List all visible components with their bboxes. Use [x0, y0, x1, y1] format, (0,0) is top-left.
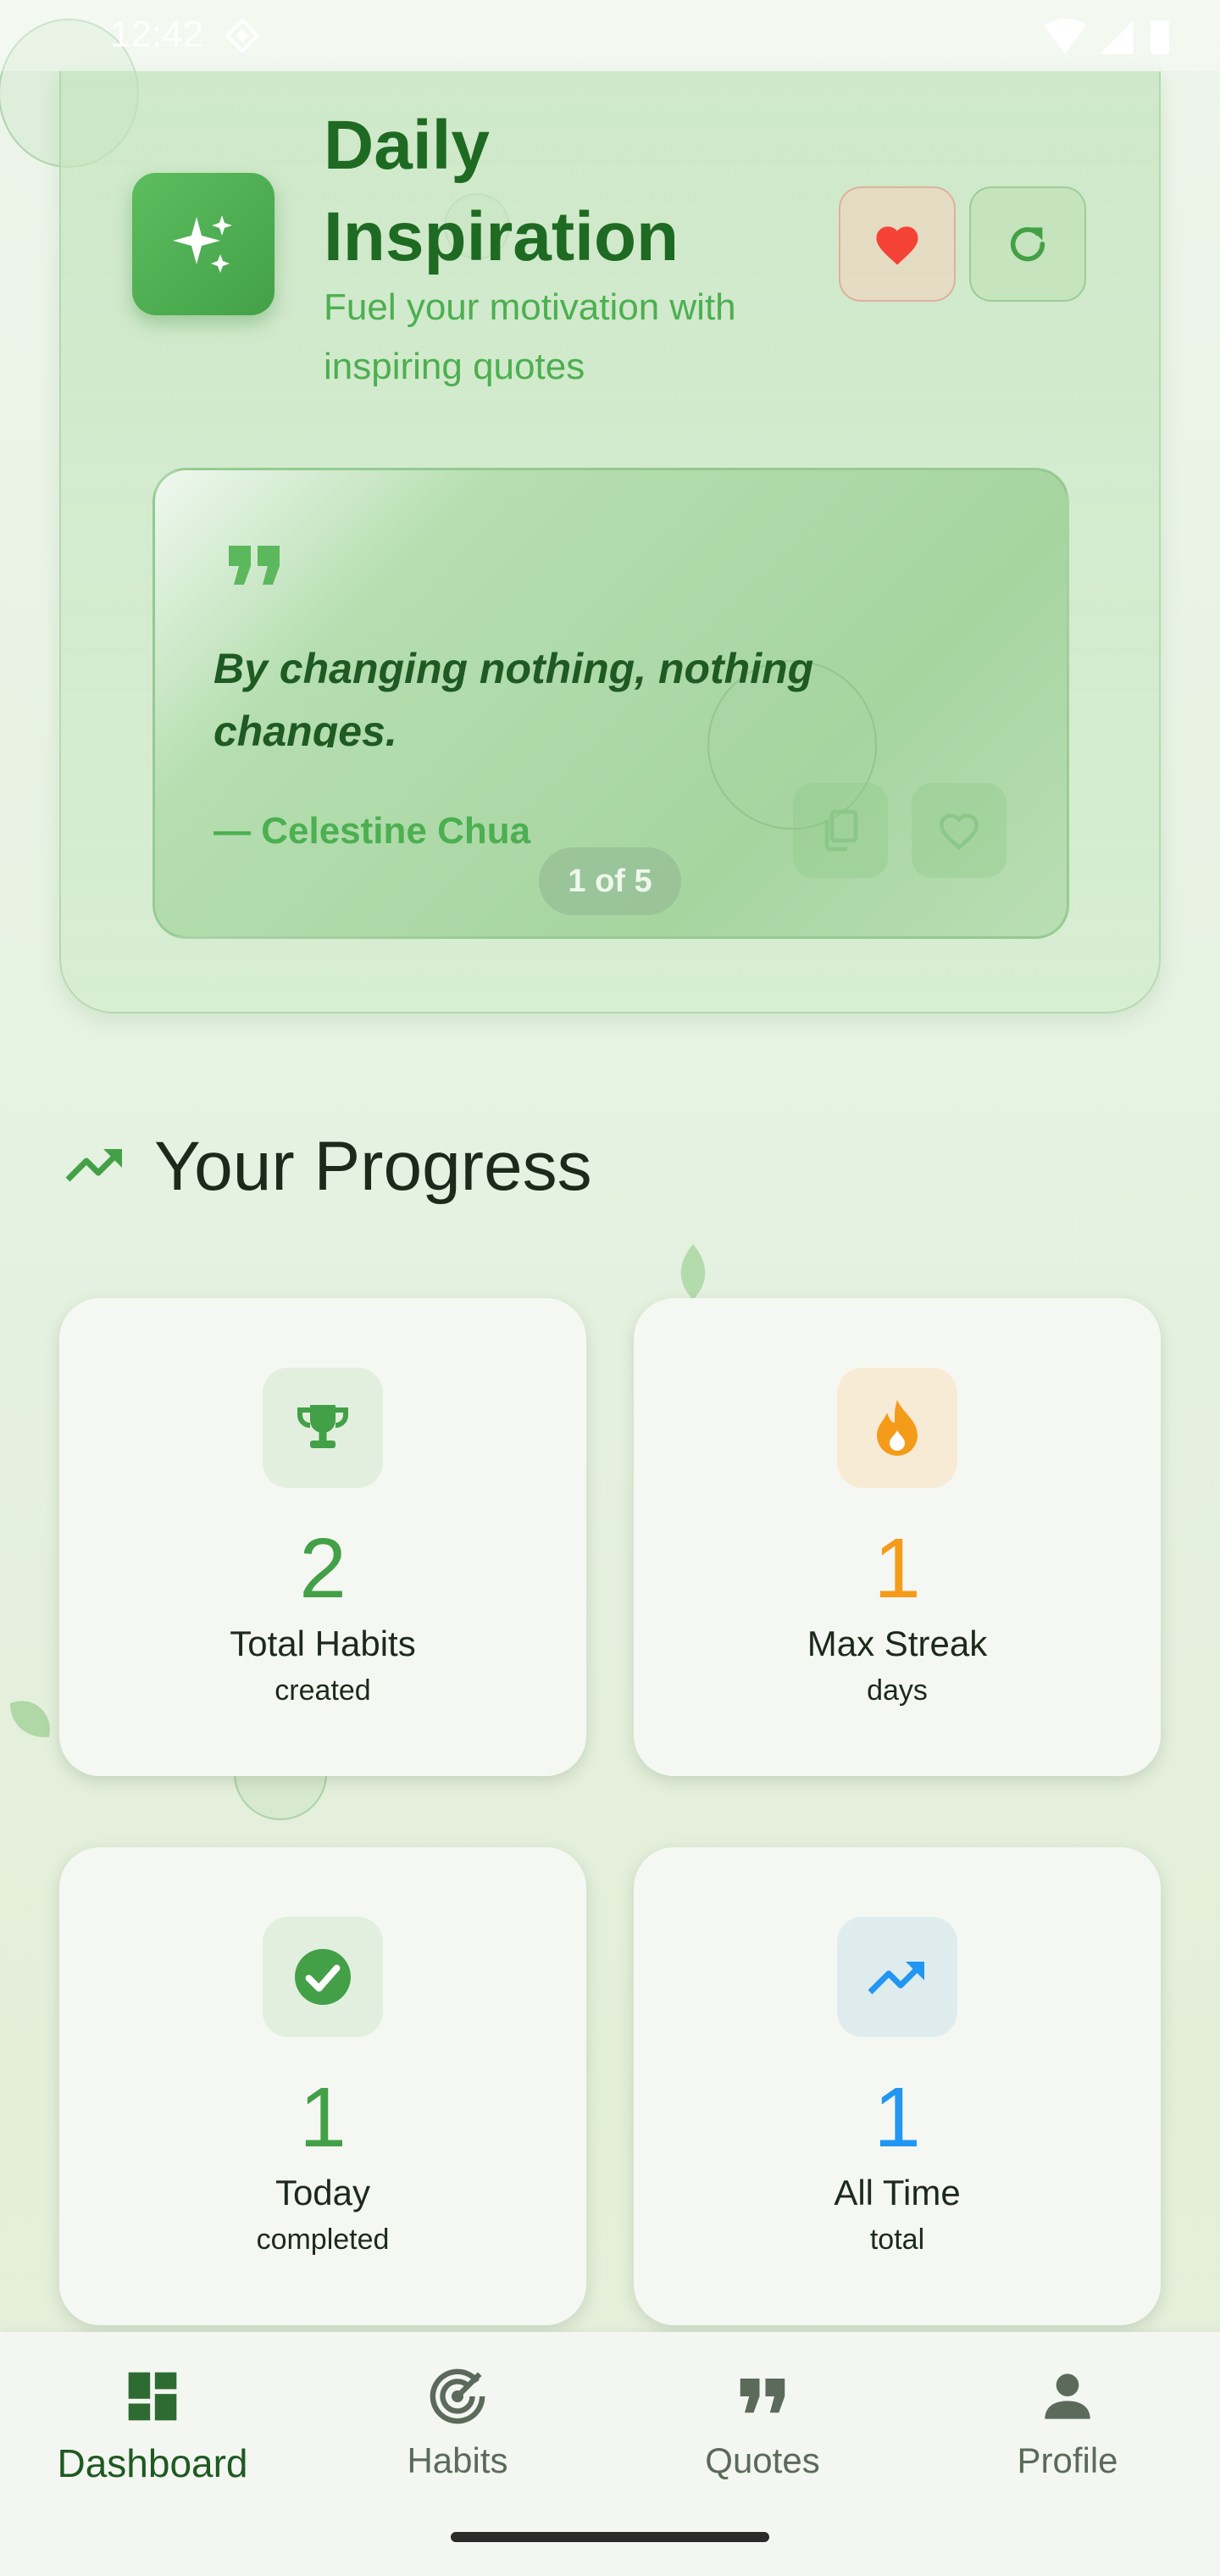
dashboard-icon [119, 2362, 186, 2430]
trophy-icon [297, 1405, 348, 1448]
stat-sub: created [274, 1674, 371, 1707]
stat-card-max-streak: 1 Max Streak days [634, 1298, 1161, 1776]
like-quote-button[interactable] [912, 783, 1006, 878]
inspiration-title-line2: Inspiration [324, 198, 679, 275]
nav-item-habits[interactable]: Habits [330, 2356, 585, 2483]
person-icon [1034, 2362, 1101, 2430]
status-time: 12:42 [110, 14, 204, 55]
heart-filled-icon [876, 226, 918, 265]
copy-quote-button[interactable] [793, 783, 888, 878]
quote-page-indicator: 1 of 5 [539, 847, 681, 915]
sparkle-badge [132, 173, 274, 315]
inspiration-subtitle-line2: inspiring quotes [324, 346, 585, 387]
progress-title: Your Progress [154, 1128, 592, 1205]
quote-text-line1: By changing nothing, nothing [214, 645, 814, 692]
inspiration-title: Daily Inspiration [324, 100, 832, 283]
target-icon [424, 2362, 491, 2430]
notification-diamond-icon [225, 19, 259, 53]
home-indicator[interactable] [451, 2532, 769, 2542]
check-circle-icon [295, 1949, 351, 2005]
nav-item-quotes[interactable]: Quotes [635, 2356, 890, 2483]
stat-label: Total Habits [230, 1624, 416, 1663]
stat-card-all-time: 1 All Time total [634, 1847, 1161, 2325]
copy-icon [824, 809, 858, 852]
quote-text: By changing nothing, nothing changes. [214, 637, 891, 747]
leaf-decoration-icon [680, 1244, 706, 1300]
stat-sub: total [869, 2223, 925, 2256]
nav-label: Profile [1017, 2440, 1118, 2480]
stat-icon-box [263, 1368, 383, 1488]
wifi-icon [1044, 19, 1086, 54]
leaf-decoration-icon [10, 1701, 50, 1738]
stat-sub: completed [256, 2223, 390, 2256]
battery-icon [1151, 20, 1169, 54]
refresh-button[interactable] [969, 186, 1086, 302]
quote-mark-icon [229, 546, 280, 585]
stat-label: Today [274, 2173, 371, 2212]
nav-label: Habits [407, 2440, 508, 2480]
favorites-button[interactable] [839, 186, 956, 302]
inspiration-subtitle-line1: Fuel your motivation with [324, 286, 736, 328]
nav-label: Quotes [705, 2440, 820, 2480]
nav-item-profile[interactable]: Profile [940, 2356, 1195, 2483]
stat-value: 1 [873, 2070, 921, 2165]
inspiration-title-line1: Daily [324, 107, 490, 184]
stat-card-today: 1 Today completed [59, 1847, 586, 2325]
refresh-icon [1010, 227, 1045, 262]
stat-label: Max Streak [807, 1624, 988, 1663]
quote-icon [729, 2362, 796, 2430]
nav-label: Dashboard [57, 2441, 248, 2485]
stat-sub: days [867, 1674, 928, 1707]
stat-icon-box [837, 1917, 957, 2037]
stat-value: 2 [299, 1521, 347, 1616]
stat-icon-box [263, 1917, 383, 2037]
stat-label: All Time [834, 2173, 961, 2212]
stat-icon-box [837, 1368, 957, 1488]
heart-outline-icon [940, 813, 979, 851]
stat-card-total-habits: 2 Total Habits created [59, 1298, 586, 1776]
status-icons [1044, 19, 1169, 54]
quote-author: — Celestine Chua [214, 810, 531, 852]
sparkle-icon [173, 215, 232, 273]
signal-icon [1100, 20, 1134, 54]
quote-text-line2: changes. [214, 708, 397, 747]
stat-value: 1 [299, 2070, 347, 2165]
flame-icon [877, 1400, 918, 1456]
nav-item-dashboard[interactable]: Dashboard [25, 2356, 280, 2485]
inspiration-subtitle: Fuel your motivation with inspiring quot… [324, 278, 849, 397]
stat-value: 1 [873, 1521, 921, 1616]
trending-up-icon [868, 1962, 924, 1995]
trending-up-icon [65, 1149, 122, 1182]
